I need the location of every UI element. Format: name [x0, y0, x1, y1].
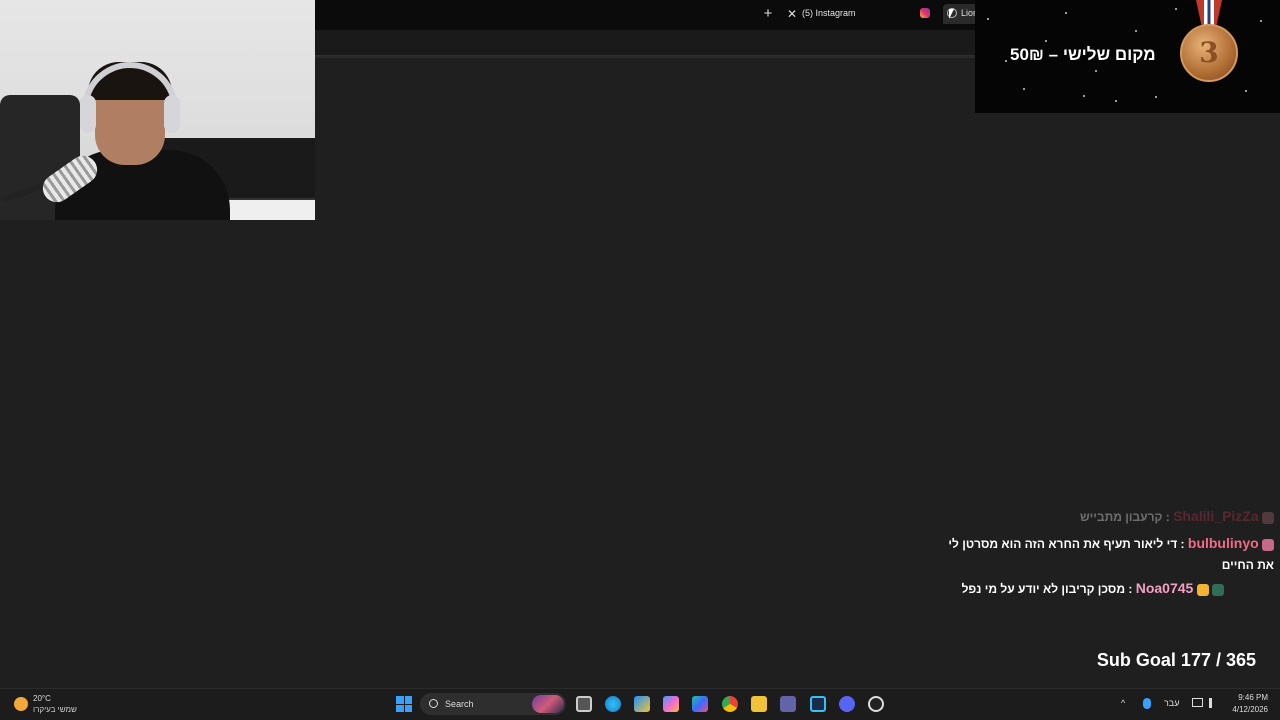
chat-text: מסכן קריבון לא יודע על מי נפל — [961, 582, 1126, 596]
chat-overlay: Shalili_PizZa : קרעבון מתבייש bulbulinyo… — [948, 504, 1280, 604]
network-icon[interactable] — [1192, 698, 1203, 707]
clock-date[interactable]: 4/12/2026 — [1224, 705, 1268, 714]
volume-icon[interactable] — [1209, 698, 1219, 708]
mouse-cursor-icon — [949, 9, 954, 19]
badge-icon — [1262, 511, 1274, 524]
start-icon[interactable] — [396, 696, 412, 712]
weather-condition[interactable]: שמשי בעיקרו — [33, 705, 77, 714]
prize-label: מקום שלישי – 50₪ — [1010, 45, 1156, 64]
weather-sun-icon[interactable] — [14, 697, 28, 711]
chat-username: Shalili_PizZa — [1173, 508, 1259, 524]
tray-overflow-icon[interactable]: ^ — [1121, 698, 1125, 708]
badge-icon — [1212, 583, 1224, 596]
app-icon[interactable] — [810, 696, 826, 712]
toolbar-divider — [315, 56, 975, 58]
chat-username: Noa0745 — [1135, 580, 1194, 596]
tab-instagram[interactable]: (5) Instagram — [802, 8, 856, 18]
task-view-icon[interactable] — [576, 696, 592, 712]
file-explorer-icon[interactable] — [751, 696, 767, 712]
search-highlight-icon[interactable] — [532, 695, 564, 713]
clock-time[interactable]: 9:46 PM — [1233, 693, 1268, 702]
store-icon[interactable] — [634, 696, 650, 712]
sub-goal-counter: Sub Goal 177 / 365 — [1096, 650, 1256, 670]
tab-close-button[interactable]: ✕ — [786, 7, 798, 21]
ms365-icon[interactable] — [692, 696, 708, 712]
headphone-right — [164, 95, 180, 133]
weather-temperature[interactable]: 20°C — [33, 694, 51, 703]
microphone-tray-icon[interactable] — [1143, 698, 1151, 709]
chat-message: Noa0745 : מסכן קריבון לא יודע על מי נפל — [962, 580, 1224, 596]
discord-icon[interactable] — [839, 696, 855, 712]
chat-text: קרעבון מתבייש — [1080, 510, 1163, 524]
new-tab-button[interactable]: + — [761, 6, 775, 22]
instagram-icon — [920, 8, 930, 18]
chat-message: Shalili_PizZa : קרעבון מתבייש — [1080, 508, 1274, 524]
copilot-icon[interactable] — [663, 696, 679, 712]
edge-icon[interactable] — [605, 696, 621, 712]
tab-lion-title: Lion — [961, 8, 975, 18]
crown-badge-icon — [1196, 583, 1209, 596]
headphone-left — [80, 95, 96, 133]
chat-separator: : — [1162, 510, 1170, 524]
obs-icon[interactable] — [868, 696, 884, 712]
medal-number: 3 — [1199, 36, 1219, 69]
badge-icon — [1262, 538, 1274, 551]
screen: + ✕ (5) Instagram Lion מקום ש — [0, 0, 1280, 720]
chat-username: bulbulinyo — [1187, 535, 1259, 551]
webcam-feed — [0, 0, 315, 220]
chat-message: bulbulinyo : די ליאור תעיף את החרא הזה ה… — [948, 533, 1274, 576]
language-indicator[interactable]: עבר — [1164, 698, 1179, 708]
chat-separator: : — [1125, 582, 1133, 596]
chat-separator: : — [1177, 537, 1185, 551]
teams-icon[interactable] — [780, 696, 796, 712]
chrome-icon[interactable] — [722, 696, 738, 712]
search-label[interactable]: Search — [445, 699, 474, 709]
search-icon — [429, 699, 438, 708]
